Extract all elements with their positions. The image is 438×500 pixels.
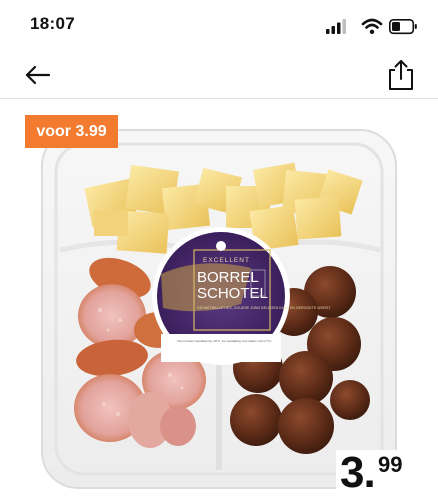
label-description: GEHAKTBALLETJES, GOUDSE JONG BELEGEN KAA… <box>197 306 331 310</box>
nav-bar <box>0 52 438 99</box>
product-photo: EXCELLENT BORREL SCHOTEL GEHAKTBALLETJES… <box>41 129 397 489</box>
label-footer: Tien minuten houdbaar bij -18°C, zie ver… <box>177 339 271 343</box>
arrow-left-icon <box>25 65 51 85</box>
label-brand: EXCELLENT <box>203 257 250 264</box>
battery-icon <box>389 19 417 35</box>
label-title-line2: SCHOTEL <box>197 285 268 302</box>
price-decimal: 99 <box>378 452 403 477</box>
share-icon <box>389 60 413 90</box>
wifi-icon <box>361 18 383 34</box>
promo-badge: voor 3.99 <box>25 115 118 148</box>
status-time: 18:07 <box>30 14 75 33</box>
status-icons <box>326 18 417 35</box>
cellular-signal-icon <box>326 19 346 34</box>
status-bar: 18:07 <box>0 0 438 52</box>
back-button[interactable] <box>22 60 54 90</box>
product-image-area: EXCELLENT BORREL SCHOTEL GEHAKTBALLETJES… <box>0 99 438 500</box>
price-tag: 3. 99 <box>336 448 420 497</box>
label-title-line1: BORREL <box>197 269 259 286</box>
price-integer: 3. <box>340 448 376 497</box>
share-button[interactable] <box>386 58 416 92</box>
